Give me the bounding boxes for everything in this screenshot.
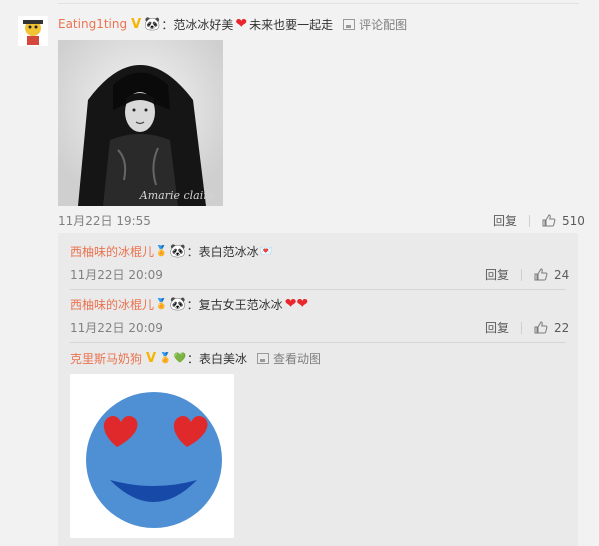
thumb-up-icon[interactable] (542, 214, 556, 227)
reply-separator: ： (186, 351, 199, 366)
reply-username[interactable]: 西柚味的冰棍儿 (70, 243, 154, 260)
photo-caption: Amarie claire (139, 189, 215, 202)
reply-divider (70, 289, 566, 290)
reply-line: 西柚味的冰棍儿 🏅 🐼 ： 表白范冰冰 💌 (70, 242, 273, 260)
reply-button[interactable]: 回复 (493, 212, 517, 229)
heart-icon: ❤ (235, 16, 248, 32)
panda-icon: 🐼 (169, 243, 186, 259)
reply-text: 表白范冰冰 (198, 244, 259, 259)
avatar[interactable] (18, 16, 48, 46)
like-count: 22 (554, 320, 570, 335)
comment-text-b: 未来也要一起走 (249, 17, 334, 32)
reply-picture-link[interactable]: 查看动图 (257, 350, 321, 367)
reply-separator: ： (186, 244, 199, 259)
action-divider (529, 214, 531, 227)
comment-picture-link[interactable]: 评论配图 (343, 16, 407, 33)
comment-date: 11月22日 19:55 (58, 214, 151, 228)
reply-gif-image[interactable] (70, 374, 234, 538)
thumb-up-icon[interactable] (534, 268, 548, 281)
comment-username[interactable]: Eating1ting (58, 17, 127, 31)
action-divider (521, 321, 523, 334)
reply-button[interactable]: 回复 (485, 319, 509, 336)
reply-button[interactable]: 回复 (485, 266, 509, 283)
reply-actions: 回复 24 (485, 266, 569, 283)
like-count: 510 (562, 213, 585, 228)
comment-photo[interactable]: Amarie claire (58, 40, 223, 206)
picture-icon (257, 352, 270, 364)
reply-line: 克里斯马奶狗 V 🏅 💚 ： 表白美冰 查看动图 (70, 349, 321, 367)
reply-text: 复古女王范冰冰 (198, 297, 283, 312)
reply-username[interactable]: 克里斯马奶狗 (70, 350, 142, 367)
reply-line: 西柚味的冰棍儿 🏅 🐼 ： 复古女王范冰冰 ❤❤ (70, 295, 310, 313)
action-divider (521, 268, 523, 281)
medal-icon: 🏅 (155, 298, 168, 310)
medal-icon: 🏅 (159, 352, 172, 364)
top-divider (58, 3, 579, 4)
love-letter-icon: 💌 (259, 245, 273, 257)
reply-date: 11月22日 20:09 (70, 268, 163, 282)
reply-date: 11月22日 20:09 (70, 321, 163, 335)
reply-text: 表白美冰 (199, 351, 248, 366)
picture-link-label: 查看动图 (273, 351, 322, 366)
like-count: 24 (554, 267, 570, 282)
medal-icon: 🏅 (155, 245, 168, 257)
panda-icon: 🐼 (169, 296, 186, 312)
comment-text-a: 范冰冰好美 (173, 17, 234, 32)
thumb-up-icon[interactable] (534, 321, 548, 334)
reply-actions: 回复 22 (485, 319, 569, 336)
picture-link-label: 评论配图 (359, 17, 408, 32)
green-heart-icon: 💚 (173, 352, 186, 364)
reply-divider (70, 342, 566, 343)
comment-actions: 回复 510 (493, 212, 585, 229)
comment-line: Eating1ting V 🐼 ： 范冰冰好美 ❤ 未来也要一起走 评论配图 (58, 15, 407, 33)
vip-badge-icon: V (146, 350, 157, 366)
reply-separator: ： (186, 297, 199, 312)
panda-icon: 🐼 (144, 16, 161, 32)
vip-badge-icon: V (131, 16, 142, 32)
comment-separator: ： (161, 17, 174, 32)
heart-icon: ❤❤ (284, 296, 309, 312)
picture-icon (343, 18, 356, 30)
reply-username[interactable]: 西柚味的冰棍儿 (70, 296, 154, 313)
